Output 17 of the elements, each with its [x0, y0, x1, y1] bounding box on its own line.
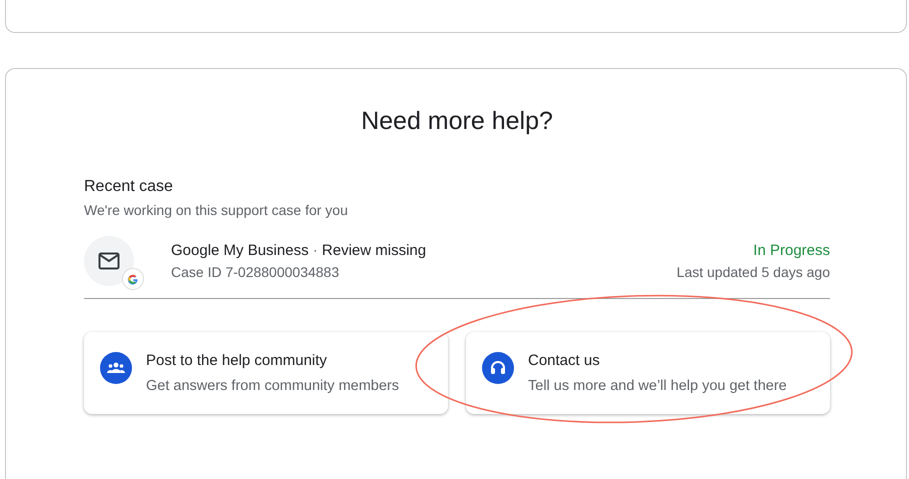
google-badge-icon: [122, 268, 144, 290]
section-subtitle: We're working on this support case for you: [84, 202, 349, 218]
case-title: Google My Business · Review missing: [171, 242, 428, 259]
option-title: Contact us: [528, 352, 601, 369]
mail-icon: [98, 252, 120, 270]
last-updated: Last updated 5 days ago: [676, 264, 830, 280]
section-heading: Recent case: [84, 178, 174, 196]
case-status: In Progress: [753, 242, 830, 259]
headset-icon: [482, 352, 514, 384]
option-card[interactable]: Post to the help community Get answers from community members: [84, 332, 448, 414]
option-description: Tell us more and we’ll help you get there: [528, 378, 787, 394]
option-description: Get answers from community members: [146, 378, 400, 394]
option-title: Post to the help community: [146, 352, 328, 369]
option-card[interactable]: Contact us Tell us more and we’ll help you get there: [466, 332, 830, 414]
people-icon: [100, 352, 132, 384]
page-title: Need more help?: [361, 107, 553, 136]
case-id: Case ID 7-0288000034883: [171, 264, 340, 280]
